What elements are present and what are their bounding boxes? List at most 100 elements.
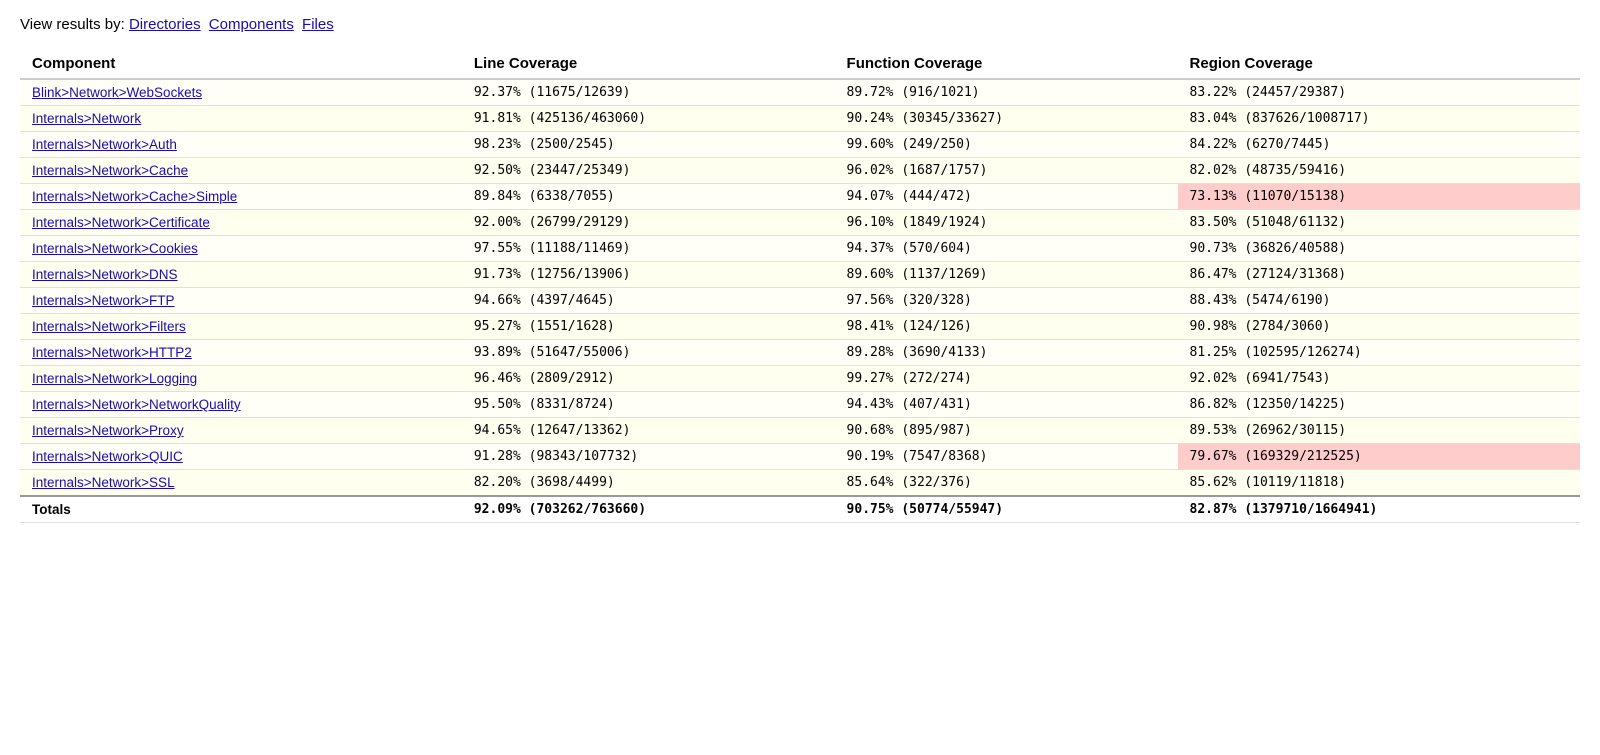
table-row: Internals>Network>Logging 96.46% (2809/29… xyxy=(20,366,1580,392)
component-cell: Internals>Network>FTP xyxy=(20,288,462,314)
table-row: Internals>Network>Cookies 97.55% (11188/1… xyxy=(20,236,1580,262)
header-function-coverage: Function Coverage xyxy=(835,49,1178,79)
line-coverage-cell: 95.50% (8331/8724) xyxy=(462,392,835,418)
component-link[interactable]: Internals>Network>Logging xyxy=(32,371,197,386)
line-coverage-cell: 94.65% (12647/13362) xyxy=(462,418,835,444)
function-coverage-cell: 89.72% (916/1021) xyxy=(835,79,1178,106)
line-coverage-cell: 82.20% (3698/4499) xyxy=(462,470,835,497)
line-coverage-cell: 89.84% (6338/7055) xyxy=(462,184,835,210)
component-link[interactable]: Internals>Network>Cache xyxy=(32,163,188,178)
totals-region-coverage: 82.87% (1379710/1664941) xyxy=(1178,496,1580,523)
function-coverage-cell: 96.10% (1849/1924) xyxy=(835,210,1178,236)
table-row: Internals>Network>NetworkQuality 95.50% (… xyxy=(20,392,1580,418)
function-coverage-cell: 99.27% (272/274) xyxy=(835,366,1178,392)
function-coverage-cell: 85.64% (322/376) xyxy=(835,470,1178,497)
table-header-row: Component Line Coverage Function Coverag… xyxy=(20,49,1580,79)
component-link[interactable]: Internals>Network>Cookies xyxy=(32,241,198,256)
region-coverage-cell: 81.25% (102595/126274) xyxy=(1178,340,1580,366)
table-row: Blink>Network>WebSockets 92.37% (11675/12… xyxy=(20,79,1580,106)
component-cell: Internals>Network>SSL xyxy=(20,470,462,497)
region-coverage-cell: 86.47% (27124/31368) xyxy=(1178,262,1580,288)
totals-label: Totals xyxy=(20,496,462,523)
view-results-label: View results by: xyxy=(20,16,125,33)
component-link[interactable]: Blink>Network>WebSockets xyxy=(32,85,202,100)
line-coverage-cell: 93.89% (51647/55006) xyxy=(462,340,835,366)
component-link[interactable]: Internals>Network>Proxy xyxy=(32,423,184,438)
line-coverage-cell: 98.23% (2500/2545) xyxy=(462,132,835,158)
component-link[interactable]: Internals>Network>HTTP2 xyxy=(32,345,192,360)
component-link[interactable]: Internals>Network>Certificate xyxy=(32,215,210,230)
table-row: Internals>Network>HTTP2 93.89% (51647/550… xyxy=(20,340,1580,366)
component-link[interactable]: Internals>Network>Cache>Simple xyxy=(32,189,237,204)
function-coverage-cell: 89.28% (3690/4133) xyxy=(835,340,1178,366)
region-coverage-cell: 82.02% (48735/59416) xyxy=(1178,158,1580,184)
function-coverage-cell: 90.68% (895/987) xyxy=(835,418,1178,444)
line-coverage-cell: 91.81% (425136/463060) xyxy=(462,106,835,132)
table-row: Internals>Network 91.81% (425136/463060)9… xyxy=(20,106,1580,132)
table-row: Internals>Network>Certificate 92.00% (267… xyxy=(20,210,1580,236)
function-coverage-cell: 94.43% (407/431) xyxy=(835,392,1178,418)
region-coverage-cell: 83.22% (24457/29387) xyxy=(1178,79,1580,106)
region-coverage-cell: 83.50% (51048/61132) xyxy=(1178,210,1580,236)
component-cell: Internals>Network>Logging xyxy=(20,366,462,392)
header-line-coverage: Line Coverage xyxy=(462,49,835,79)
function-coverage-cell: 94.37% (570/604) xyxy=(835,236,1178,262)
component-cell: Internals>Network>Certificate xyxy=(20,210,462,236)
table-row: Internals>Network>Filters 95.27% (1551/16… xyxy=(20,314,1580,340)
component-link[interactable]: Internals>Network>QUIC xyxy=(32,449,183,464)
component-link[interactable]: Internals>Network>SSL xyxy=(32,475,175,490)
directories-link[interactable]: Directories xyxy=(129,16,201,33)
function-coverage-cell: 98.41% (124/126) xyxy=(835,314,1178,340)
line-coverage-cell: 92.50% (23447/25349) xyxy=(462,158,835,184)
component-cell: Internals>Network>Cache xyxy=(20,158,462,184)
line-coverage-cell: 94.66% (4397/4645) xyxy=(462,288,835,314)
component-link[interactable]: Internals>Network>DNS xyxy=(32,267,178,282)
region-coverage-cell: 84.22% (6270/7445) xyxy=(1178,132,1580,158)
table-row: Internals>Network>FTP 94.66% (4397/4645)9… xyxy=(20,288,1580,314)
table-row: Internals>Network>Proxy 94.65% (12647/133… xyxy=(20,418,1580,444)
table-row: Internals>Network>Cache 92.50% (23447/253… xyxy=(20,158,1580,184)
line-coverage-cell: 92.00% (26799/29129) xyxy=(462,210,835,236)
totals-row: Totals92.09% (703262/763660)90.75% (5077… xyxy=(20,496,1580,523)
function-coverage-cell: 99.60% (249/250) xyxy=(835,132,1178,158)
table-row: Internals>Network>Auth 98.23% (2500/2545)… xyxy=(20,132,1580,158)
component-cell: Internals>Network>Auth xyxy=(20,132,462,158)
coverage-table: Component Line Coverage Function Coverag… xyxy=(20,49,1580,523)
region-coverage-cell: 73.13% (11070/15138) xyxy=(1178,184,1580,210)
region-coverage-cell: 90.73% (36826/40588) xyxy=(1178,236,1580,262)
table-row: Internals>Network>Cache>Simple 89.84% (63… xyxy=(20,184,1580,210)
line-coverage-cell: 91.28% (98343/107732) xyxy=(462,444,835,470)
line-coverage-cell: 95.27% (1551/1628) xyxy=(462,314,835,340)
header-region-coverage: Region Coverage xyxy=(1178,49,1580,79)
component-cell: Internals>Network>Filters xyxy=(20,314,462,340)
table-row: Internals>Network>SSL 82.20% (3698/4499)8… xyxy=(20,470,1580,497)
component-link[interactable]: Internals>Network xyxy=(32,111,141,126)
totals-line-coverage: 92.09% (703262/763660) xyxy=(462,496,835,523)
component-cell: Internals>Network xyxy=(20,106,462,132)
files-link[interactable]: Files xyxy=(302,16,334,33)
region-coverage-cell: 89.53% (26962/30115) xyxy=(1178,418,1580,444)
region-coverage-cell: 92.02% (6941/7543) xyxy=(1178,366,1580,392)
line-coverage-cell: 92.37% (11675/12639) xyxy=(462,79,835,106)
header-component: Component xyxy=(20,49,462,79)
function-coverage-cell: 90.19% (7547/8368) xyxy=(835,444,1178,470)
totals-function-coverage: 90.75% (50774/55947) xyxy=(835,496,1178,523)
component-cell: Internals>Network>DNS xyxy=(20,262,462,288)
line-coverage-cell: 96.46% (2809/2912) xyxy=(462,366,835,392)
function-coverage-cell: 89.60% (1137/1269) xyxy=(835,262,1178,288)
component-link[interactable]: Internals>Network>Filters xyxy=(32,319,186,334)
components-link[interactable]: Components xyxy=(209,16,294,33)
component-link[interactable]: Internals>Network>NetworkQuality xyxy=(32,397,241,412)
component-cell: Internals>Network>Cookies xyxy=(20,236,462,262)
line-coverage-cell: 91.73% (12756/13906) xyxy=(462,262,835,288)
component-link[interactable]: Internals>Network>FTP xyxy=(32,293,175,308)
component-link[interactable]: Internals>Network>Auth xyxy=(32,137,177,152)
line-coverage-cell: 97.55% (11188/11469) xyxy=(462,236,835,262)
component-cell: Internals>Network>Cache>Simple xyxy=(20,184,462,210)
region-coverage-cell: 90.98% (2784/3060) xyxy=(1178,314,1580,340)
view-results-bar: View results by: Directories Components … xyxy=(20,16,1580,33)
function-coverage-cell: 97.56% (320/328) xyxy=(835,288,1178,314)
function-coverage-cell: 90.24% (30345/33627) xyxy=(835,106,1178,132)
component-cell: Internals>Network>Proxy xyxy=(20,418,462,444)
table-row: Internals>Network>DNS 91.73% (12756/13906… xyxy=(20,262,1580,288)
